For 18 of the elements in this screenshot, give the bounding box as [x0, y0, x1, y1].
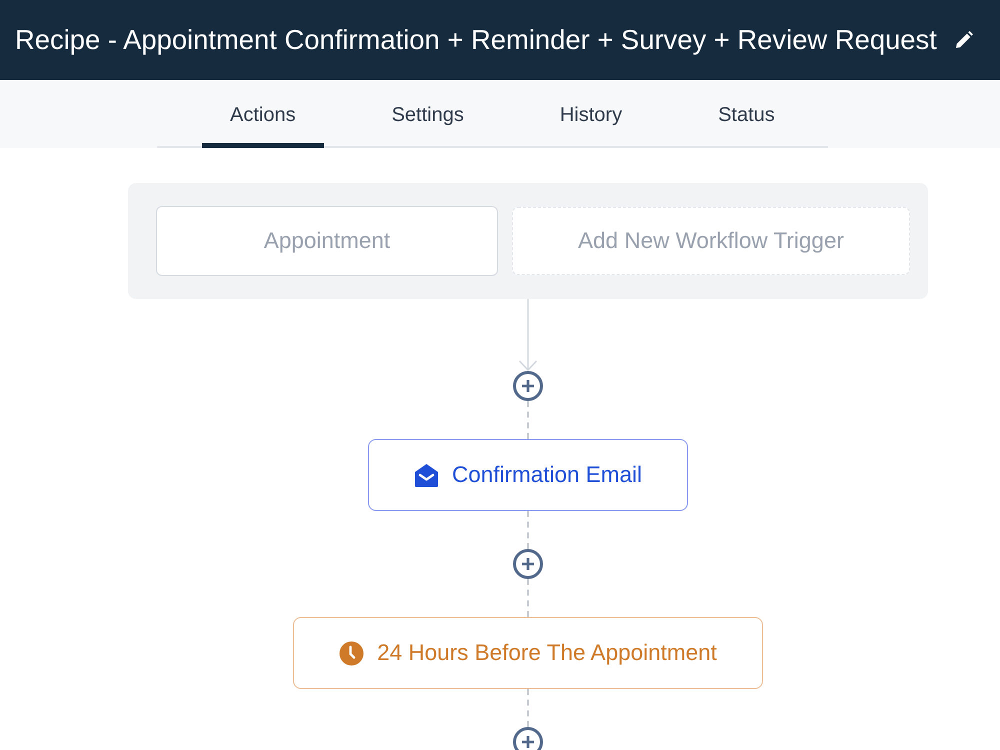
- clock-icon: [339, 640, 364, 666]
- tab[interactable]: Settings: [364, 82, 492, 148]
- add-step-button[interactable]: [513, 727, 543, 750]
- tab[interactable]: Status: [690, 82, 803, 148]
- email-action-node[interactable]: Confirmation Email: [368, 439, 688, 511]
- plus-icon: [522, 736, 534, 748]
- add-step-button[interactable]: [513, 549, 543, 579]
- tab[interactable]: Actions: [202, 82, 324, 148]
- plus-icon: [522, 558, 534, 570]
- add-step-button[interactable]: [513, 371, 543, 401]
- connector-arrow: [518, 299, 538, 371]
- edit-pencil-icon[interactable]: [955, 31, 973, 49]
- tab[interactable]: History: [532, 82, 650, 148]
- plus-icon: [522, 380, 534, 392]
- open-envelope-icon: [414, 462, 439, 488]
- step-label: 24 Hours Before The Appointment: [377, 639, 717, 668]
- step-label: Confirmation Email: [452, 461, 642, 490]
- workflow-title: Recipe - Appointment Confirmation + Reminder + Survey + Review Request: [15, 24, 937, 56]
